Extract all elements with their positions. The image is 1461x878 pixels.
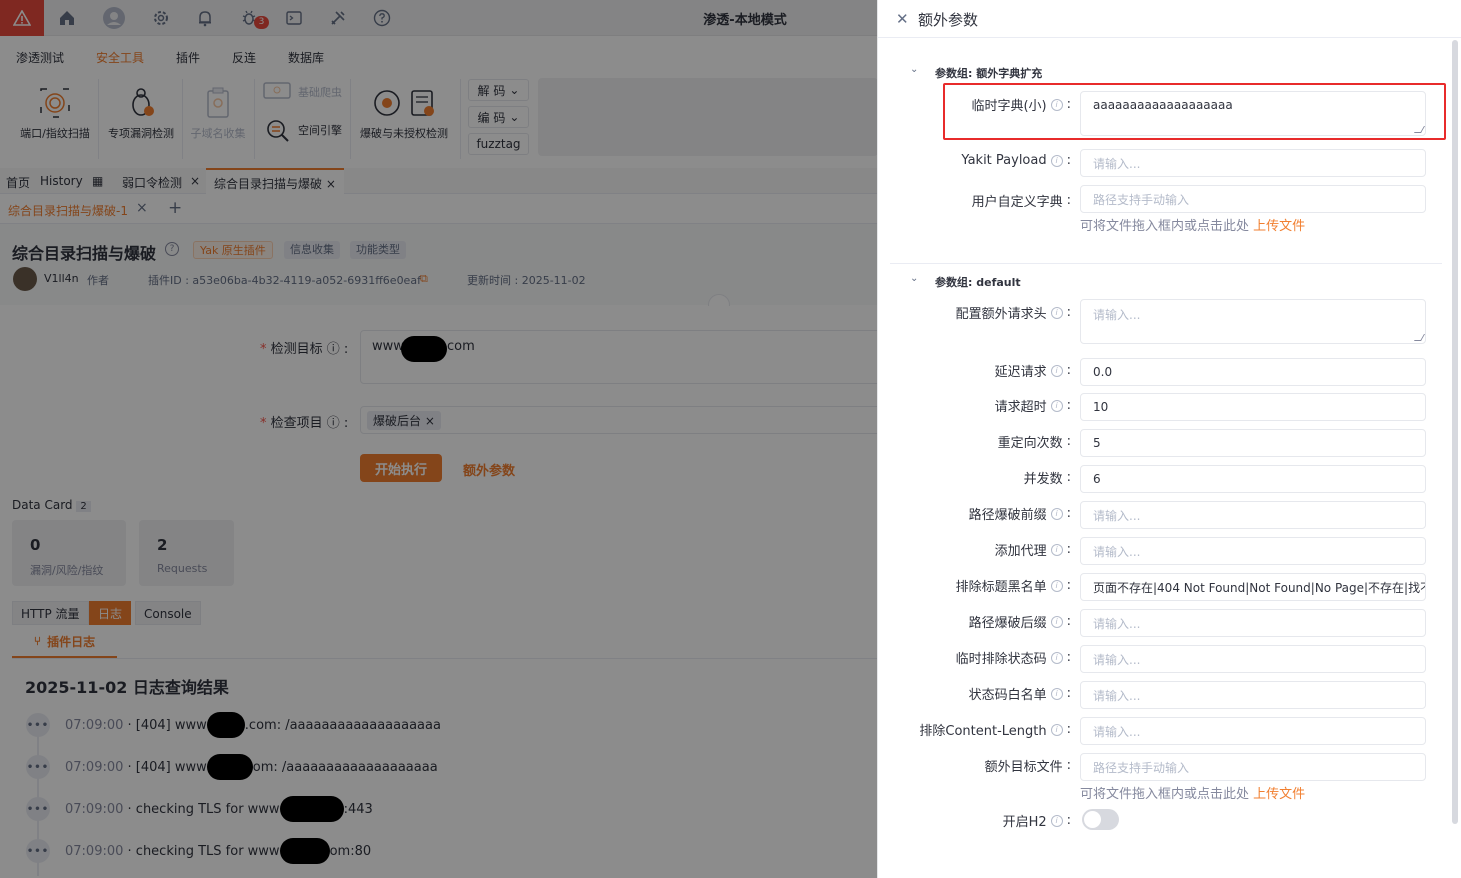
- field-input[interactable]: 请输入...: [1080, 645, 1426, 673]
- info-icon: i: [1050, 651, 1063, 664]
- drawer-title: 额外参数: [918, 11, 979, 29]
- group-dict-extend[interactable]: 参数组: 额外字典扩充: [935, 65, 1042, 81]
- h2-label: 开启H2 i:: [1002, 813, 1071, 830]
- field-input[interactable]: 0.0: [1080, 358, 1426, 386]
- info-icon: i: [1050, 615, 1063, 628]
- yakit-payload-select[interactable]: 请输入...: [1080, 149, 1426, 177]
- upload-hint: 可将文件拖入框内或点击此处 上传文件: [1080, 787, 1306, 802]
- info-icon: i: [1050, 306, 1063, 319]
- field-input[interactable]: 请输入...: [1080, 537, 1426, 565]
- resize-handle-icon[interactable]: [1413, 334, 1425, 341]
- field-input[interactable]: 6: [1080, 465, 1426, 493]
- main-area: 3 渗透-本地模式 渗透测试 安全工具 插件 反连 数据库 端口/指纹扫描 专项…: [0, 0, 877, 878]
- info-icon: i: [1050, 687, 1063, 700]
- field-input[interactable]: 路径支持手动输入: [1080, 753, 1426, 781]
- field-label: 路径爆破前缀 i:: [968, 506, 1071, 523]
- field-label: 重定向次数:: [997, 434, 1071, 451]
- field-label: 临时排除状态码 i:: [955, 650, 1071, 667]
- user-dict-input[interactable]: 路径支持手动输入: [1080, 185, 1426, 213]
- field-label: 排除标题黑名单 i:: [955, 578, 1071, 595]
- field-input[interactable]: 请输入...: [1080, 609, 1426, 637]
- field-input[interactable]: 10: [1080, 393, 1426, 421]
- upload-link[interactable]: 上传文件: [1253, 219, 1305, 234]
- modal-overlay[interactable]: [0, 0, 877, 878]
- drawer-header: ✕ 额外参数: [878, 0, 1461, 38]
- upload-link[interactable]: 上传文件: [1253, 787, 1305, 802]
- field-input[interactable]: 请输入...: [1080, 717, 1426, 745]
- app-root: 3 渗透-本地模式 渗透测试 安全工具 插件 反连 数据库 端口/指纹扫描 专项…: [0, 0, 1461, 878]
- group-divider: [890, 263, 1442, 264]
- field-label: 路径爆破后缀 i:: [968, 614, 1071, 631]
- info-icon: i: [1050, 98, 1063, 111]
- field-label: 状态码白名单 i:: [968, 686, 1071, 703]
- close-icon[interactable]: ✕: [896, 10, 909, 28]
- field-label: 延迟请求 i:: [994, 363, 1071, 380]
- field-input[interactable]: 页面不存在|404 Not Found|Not Found|No Page|不存…: [1080, 573, 1426, 601]
- field-label: 并发数:: [1023, 470, 1071, 487]
- chevron-down-icon[interactable]: ⌄: [910, 273, 918, 284]
- upload-hint: 可将文件拖入框内或点击此处 上传文件: [1080, 219, 1306, 234]
- info-icon: i: [1050, 814, 1063, 827]
- info-icon: i: [1050, 507, 1063, 520]
- field-label: 添加代理 i:: [994, 542, 1071, 559]
- extra-params-drawer: ✕ 额外参数 ⌄ 参数组: 额外字典扩充 临时字典(小) i: aaaaaaaaa…: [877, 0, 1461, 878]
- field-input[interactable]: 请输入...: [1080, 299, 1426, 344]
- chevron-down-icon[interactable]: ⌄: [910, 64, 918, 75]
- h2-toggle[interactable]: [1082, 809, 1119, 830]
- info-icon: i: [1050, 543, 1063, 556]
- info-icon: i: [1050, 154, 1063, 167]
- temp-dict-label: 临时字典(小) i:: [971, 97, 1071, 114]
- field-input[interactable]: 请输入...: [1080, 501, 1426, 529]
- user-dict-label: 用户自定义字典:: [971, 193, 1071, 210]
- field-label: 排除Content-Length i:: [919, 722, 1071, 739]
- field-label: 请求超时 i:: [994, 398, 1071, 415]
- field-label: 配置额外请求头 i:: [955, 305, 1071, 322]
- group-default[interactable]: 参数组: default: [935, 274, 1021, 290]
- info-icon: i: [1050, 723, 1063, 736]
- info-icon: i: [1050, 579, 1063, 592]
- yakit-payload-label: Yakit Payload i:: [961, 153, 1071, 168]
- temp-dict-textarea[interactable]: aaaaaaaaaaaaaaaaaaa: [1080, 91, 1426, 136]
- field-input[interactable]: 请输入...: [1080, 681, 1426, 709]
- field-input[interactable]: 5: [1080, 429, 1426, 457]
- info-icon: i: [1050, 399, 1063, 412]
- scrollbar[interactable]: [1452, 40, 1458, 824]
- field-label: 额外目标文件:: [984, 758, 1071, 775]
- resize-handle-icon: [1413, 126, 1425, 133]
- info-icon: i: [1050, 364, 1063, 377]
- toggle-knob: [1084, 811, 1101, 828]
